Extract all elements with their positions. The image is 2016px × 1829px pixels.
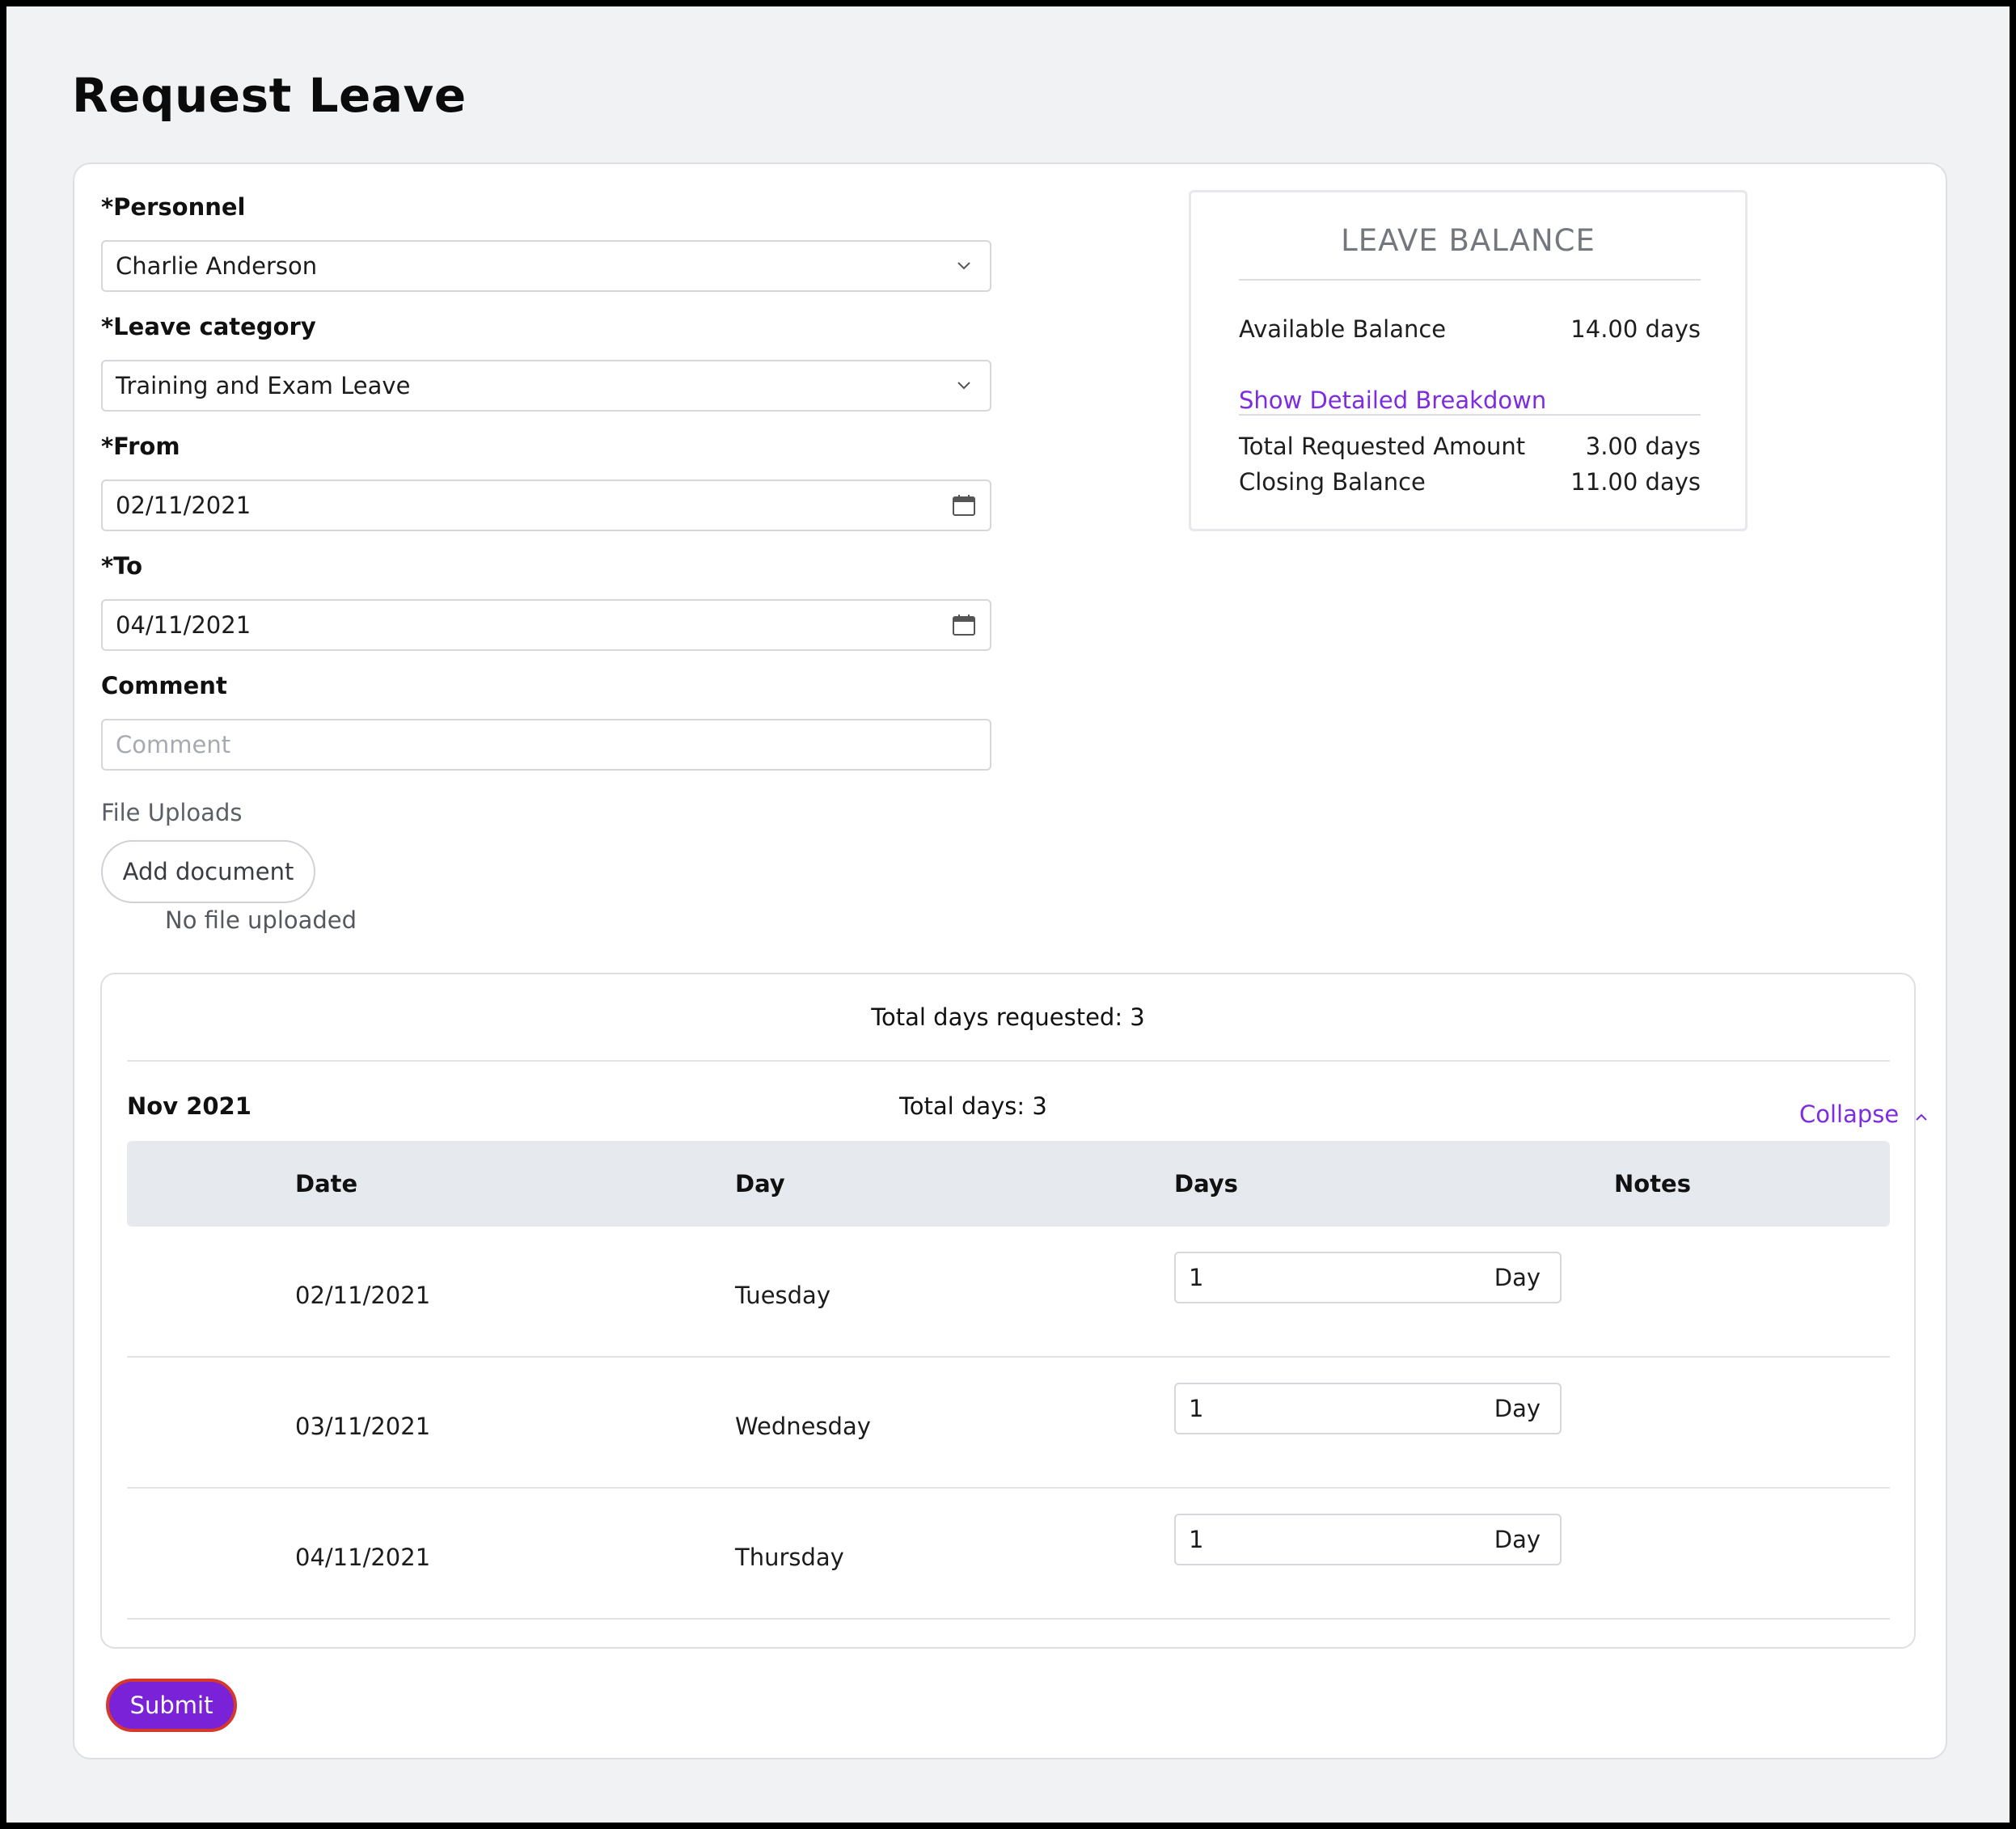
- leave-request-card: *Personnel Charlie Anderson *Leave categ…: [73, 163, 1947, 1759]
- add-document-button[interactable]: Add document: [101, 840, 315, 903]
- total-requested-row: Total Requested Amount 3.00 days: [1239, 433, 1701, 460]
- total-days-requested: Total days requested: 3: [871, 1003, 1145, 1031]
- column-header-notes: Notes: [1614, 1170, 1691, 1198]
- days-amount-value: 1: [1189, 1395, 1204, 1422]
- calendar-icon[interactable]: [938, 481, 990, 530]
- days-breakdown-panel: Total days requested: 3 Nov 2021 Total d…: [100, 973, 1927, 1649]
- column-header-date: Date: [295, 1170, 358, 1198]
- leave-category-select[interactable]: Training and Exam Leave: [101, 360, 991, 412]
- days-unit: Day: [1494, 1526, 1541, 1553]
- row-date: 04/11/2021: [295, 1544, 431, 1571]
- leave-balance-title: LEAVE BALANCE: [1341, 223, 1595, 258]
- available-balance-row: Available Balance 14.00 days: [1239, 315, 1701, 343]
- page-title: Request Leave: [72, 68, 467, 123]
- column-header-day: Day: [735, 1170, 785, 1198]
- to-date-input[interactable]: 04/11/2021: [101, 599, 991, 651]
- personnel-select[interactable]: Charlie Anderson: [101, 240, 991, 292]
- comment-label: Comment: [101, 672, 227, 699]
- days-amount-value: 1: [1189, 1526, 1204, 1553]
- from-date-input[interactable]: 02/11/2021: [101, 479, 991, 531]
- available-balance-label: Available Balance: [1239, 315, 1447, 343]
- total-requested-value: 3.00 days: [1585, 433, 1701, 460]
- to-label: *To: [101, 552, 143, 580]
- closing-balance-row: Closing Balance 11.00 days: [1239, 468, 1701, 496]
- upload-status: No file uploaded: [165, 906, 357, 934]
- submit-button[interactable]: Submit: [106, 1679, 237, 1732]
- table-header: Date Day Days Notes: [127, 1141, 1890, 1227]
- from-label: *From: [101, 433, 180, 460]
- comment-input[interactable]: [101, 719, 991, 771]
- available-balance-value: 14.00 days: [1570, 315, 1701, 343]
- table-row: 03/11/2021 Wednesday 1 Day: [127, 1358, 1890, 1489]
- days-amount-input[interactable]: 1 Day: [1174, 1383, 1562, 1434]
- personnel-value: Charlie Anderson: [116, 252, 318, 280]
- divider: [1239, 414, 1701, 416]
- closing-balance-value: 11.00 days: [1570, 468, 1701, 496]
- chevron-down-icon: [938, 361, 990, 410]
- month-heading: Nov 2021: [127, 1092, 251, 1120]
- table-row: 04/11/2021 Thursday 1 Day: [127, 1489, 1890, 1620]
- closing-balance-label: Closing Balance: [1239, 468, 1426, 496]
- row-day: Wednesday: [735, 1413, 871, 1440]
- divider: [1239, 279, 1701, 281]
- row-day: Thursday: [735, 1544, 844, 1571]
- show-detailed-breakdown-link[interactable]: Show Detailed Breakdown: [1239, 386, 1546, 414]
- total-requested-label: Total Requested Amount: [1239, 433, 1526, 460]
- row-date: 03/11/2021: [295, 1413, 431, 1440]
- month-total-days: Total days: 3: [899, 1092, 1047, 1120]
- days-amount-input[interactable]: 1 Day: [1174, 1252, 1562, 1303]
- row-day: Tuesday: [735, 1282, 830, 1309]
- calendar-icon[interactable]: [938, 601, 990, 649]
- from-date-value: 02/11/2021: [116, 492, 251, 519]
- personnel-label: *Personnel: [101, 193, 246, 221]
- row-date: 02/11/2021: [295, 1282, 431, 1309]
- leave-category-value: Training and Exam Leave: [116, 372, 411, 399]
- days-amount-value: 1: [1189, 1264, 1204, 1291]
- leave-category-label: *Leave category: [101, 313, 316, 340]
- table-row: 02/11/2021 Tuesday 1 Day: [127, 1227, 1890, 1358]
- leave-balance-panel: LEAVE BALANCE Available Balance 14.00 da…: [1189, 190, 1748, 531]
- divider: [127, 1060, 1890, 1062]
- app-frame: Request Leave *Personnel Charlie Anderso…: [6, 6, 2010, 1823]
- collapse-label: Collapse: [1799, 1100, 1900, 1128]
- days-amount-input[interactable]: 1 Day: [1174, 1514, 1562, 1565]
- column-header-days: Days: [1174, 1170, 1238, 1198]
- to-date-value: 04/11/2021: [116, 611, 251, 639]
- chevron-down-icon: [938, 242, 990, 290]
- days-unit: Day: [1494, 1395, 1541, 1422]
- file-uploads-label: File Uploads: [101, 799, 243, 826]
- collapse-button[interactable]: Collapse: [1799, 1100, 1961, 1128]
- days-unit: Day: [1494, 1264, 1541, 1291]
- chevron-up-icon: [1915, 1100, 1928, 1128]
